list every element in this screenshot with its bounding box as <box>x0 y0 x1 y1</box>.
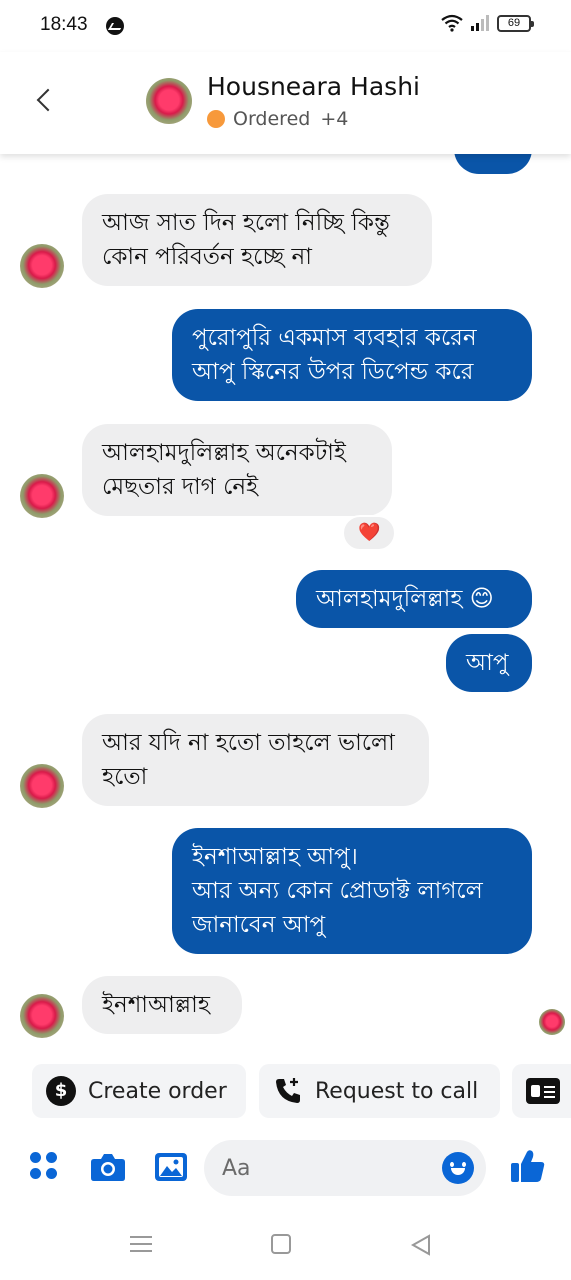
message-bubble-partial <box>454 154 532 174</box>
signal-icon <box>471 15 489 31</box>
emoji-icon[interactable] <box>442 1152 474 1184</box>
message-bubble-outgoing[interactable]: আপু <box>446 634 532 692</box>
message-input-container <box>204 1140 486 1196</box>
request-to-call-button[interactable]: Request to call <box>259 1064 500 1118</box>
contact-avatar[interactable] <box>146 78 192 124</box>
request-call-label: Request to call <box>315 1078 479 1104</box>
message-bubble-outgoing[interactable]: ইনশাআল্লাহ আপু। আর অন্য কোন প্রোডাক্ট লা… <box>172 828 532 954</box>
contact-avatar-small <box>20 764 64 808</box>
status-bar: 18:43 69 <box>0 0 571 52</box>
status-time: 18:43 <box>40 14 88 35</box>
home-icon[interactable] <box>271 1234 291 1254</box>
message-bubble-incoming[interactable]: আজ সাত দিন হলো নিচ্ছি কিন্তু কোন পরিবর্ত… <box>82 194 432 286</box>
status-icons: 69 <box>441 14 534 32</box>
camera-icon[interactable] <box>90 1152 126 1182</box>
message-list[interactable]: আজ সাত দিন হলো নিচ্ছি কিন্তু কোন পরিবর্ত… <box>0 154 571 1054</box>
wifi-icon <box>441 14 463 32</box>
order-status-label: Ordered <box>233 108 311 130</box>
back-arrow-icon[interactable] <box>30 86 60 116</box>
heart-reaction[interactable]: ❤️ <box>342 515 397 551</box>
message-composer <box>0 1138 571 1200</box>
apps-grid-icon[interactable] <box>30 1152 60 1182</box>
messenger-notification-icon <box>106 17 124 35</box>
contact-avatar-small <box>20 994 64 1038</box>
message-bubble-incoming[interactable]: আলহামদুলিল্লাহ অনেকটাই মেছতার দাগ নেই <box>82 424 392 516</box>
image-icon[interactable] <box>154 1152 188 1182</box>
contact-card-button[interactable] <box>512 1064 571 1118</box>
labels-count: +4 <box>320 108 349 130</box>
contact-avatar-small <box>20 244 64 288</box>
message-bubble-outgoing[interactable]: পুরোপুরি একমাস ব্যবহার করেন আপু স্কিনের … <box>172 309 532 401</box>
quick-actions-bar: $ Create order Request to call <box>0 1064 571 1120</box>
thumbs-up-icon[interactable] <box>510 1148 546 1184</box>
system-nav-bar <box>0 1212 571 1280</box>
contact-card-icon <box>526 1078 560 1104</box>
message-bubble-incoming[interactable]: ইনশাআল্লাহ <box>82 976 242 1034</box>
message-bubble-incoming[interactable]: আর যদি না হতো তাহলে ভালো হতো <box>82 714 429 806</box>
contact-avatar-small <box>20 474 64 518</box>
status-dot-icon <box>207 110 225 128</box>
chat-header: Housneara Hashi Ordered +4 <box>0 52 571 154</box>
contact-name[interactable]: Housneara Hashi <box>207 72 420 101</box>
seen-avatar <box>539 1009 565 1035</box>
recent-apps-icon[interactable] <box>130 1234 152 1254</box>
message-bubble-outgoing[interactable]: আলহামদুলিল্লাহ 😊 <box>296 570 532 628</box>
dollar-icon: $ <box>46 1076 76 1106</box>
create-order-label: Create order <box>88 1078 227 1104</box>
battery-icon: 69 <box>497 14 534 32</box>
nav-back-icon[interactable] <box>410 1234 432 1256</box>
phone-plus-icon <box>276 1078 300 1103</box>
create-order-button[interactable]: $ Create order <box>32 1064 246 1118</box>
contact-status[interactable]: Ordered +4 <box>207 108 348 130</box>
message-input[interactable] <box>222 1140 432 1196</box>
